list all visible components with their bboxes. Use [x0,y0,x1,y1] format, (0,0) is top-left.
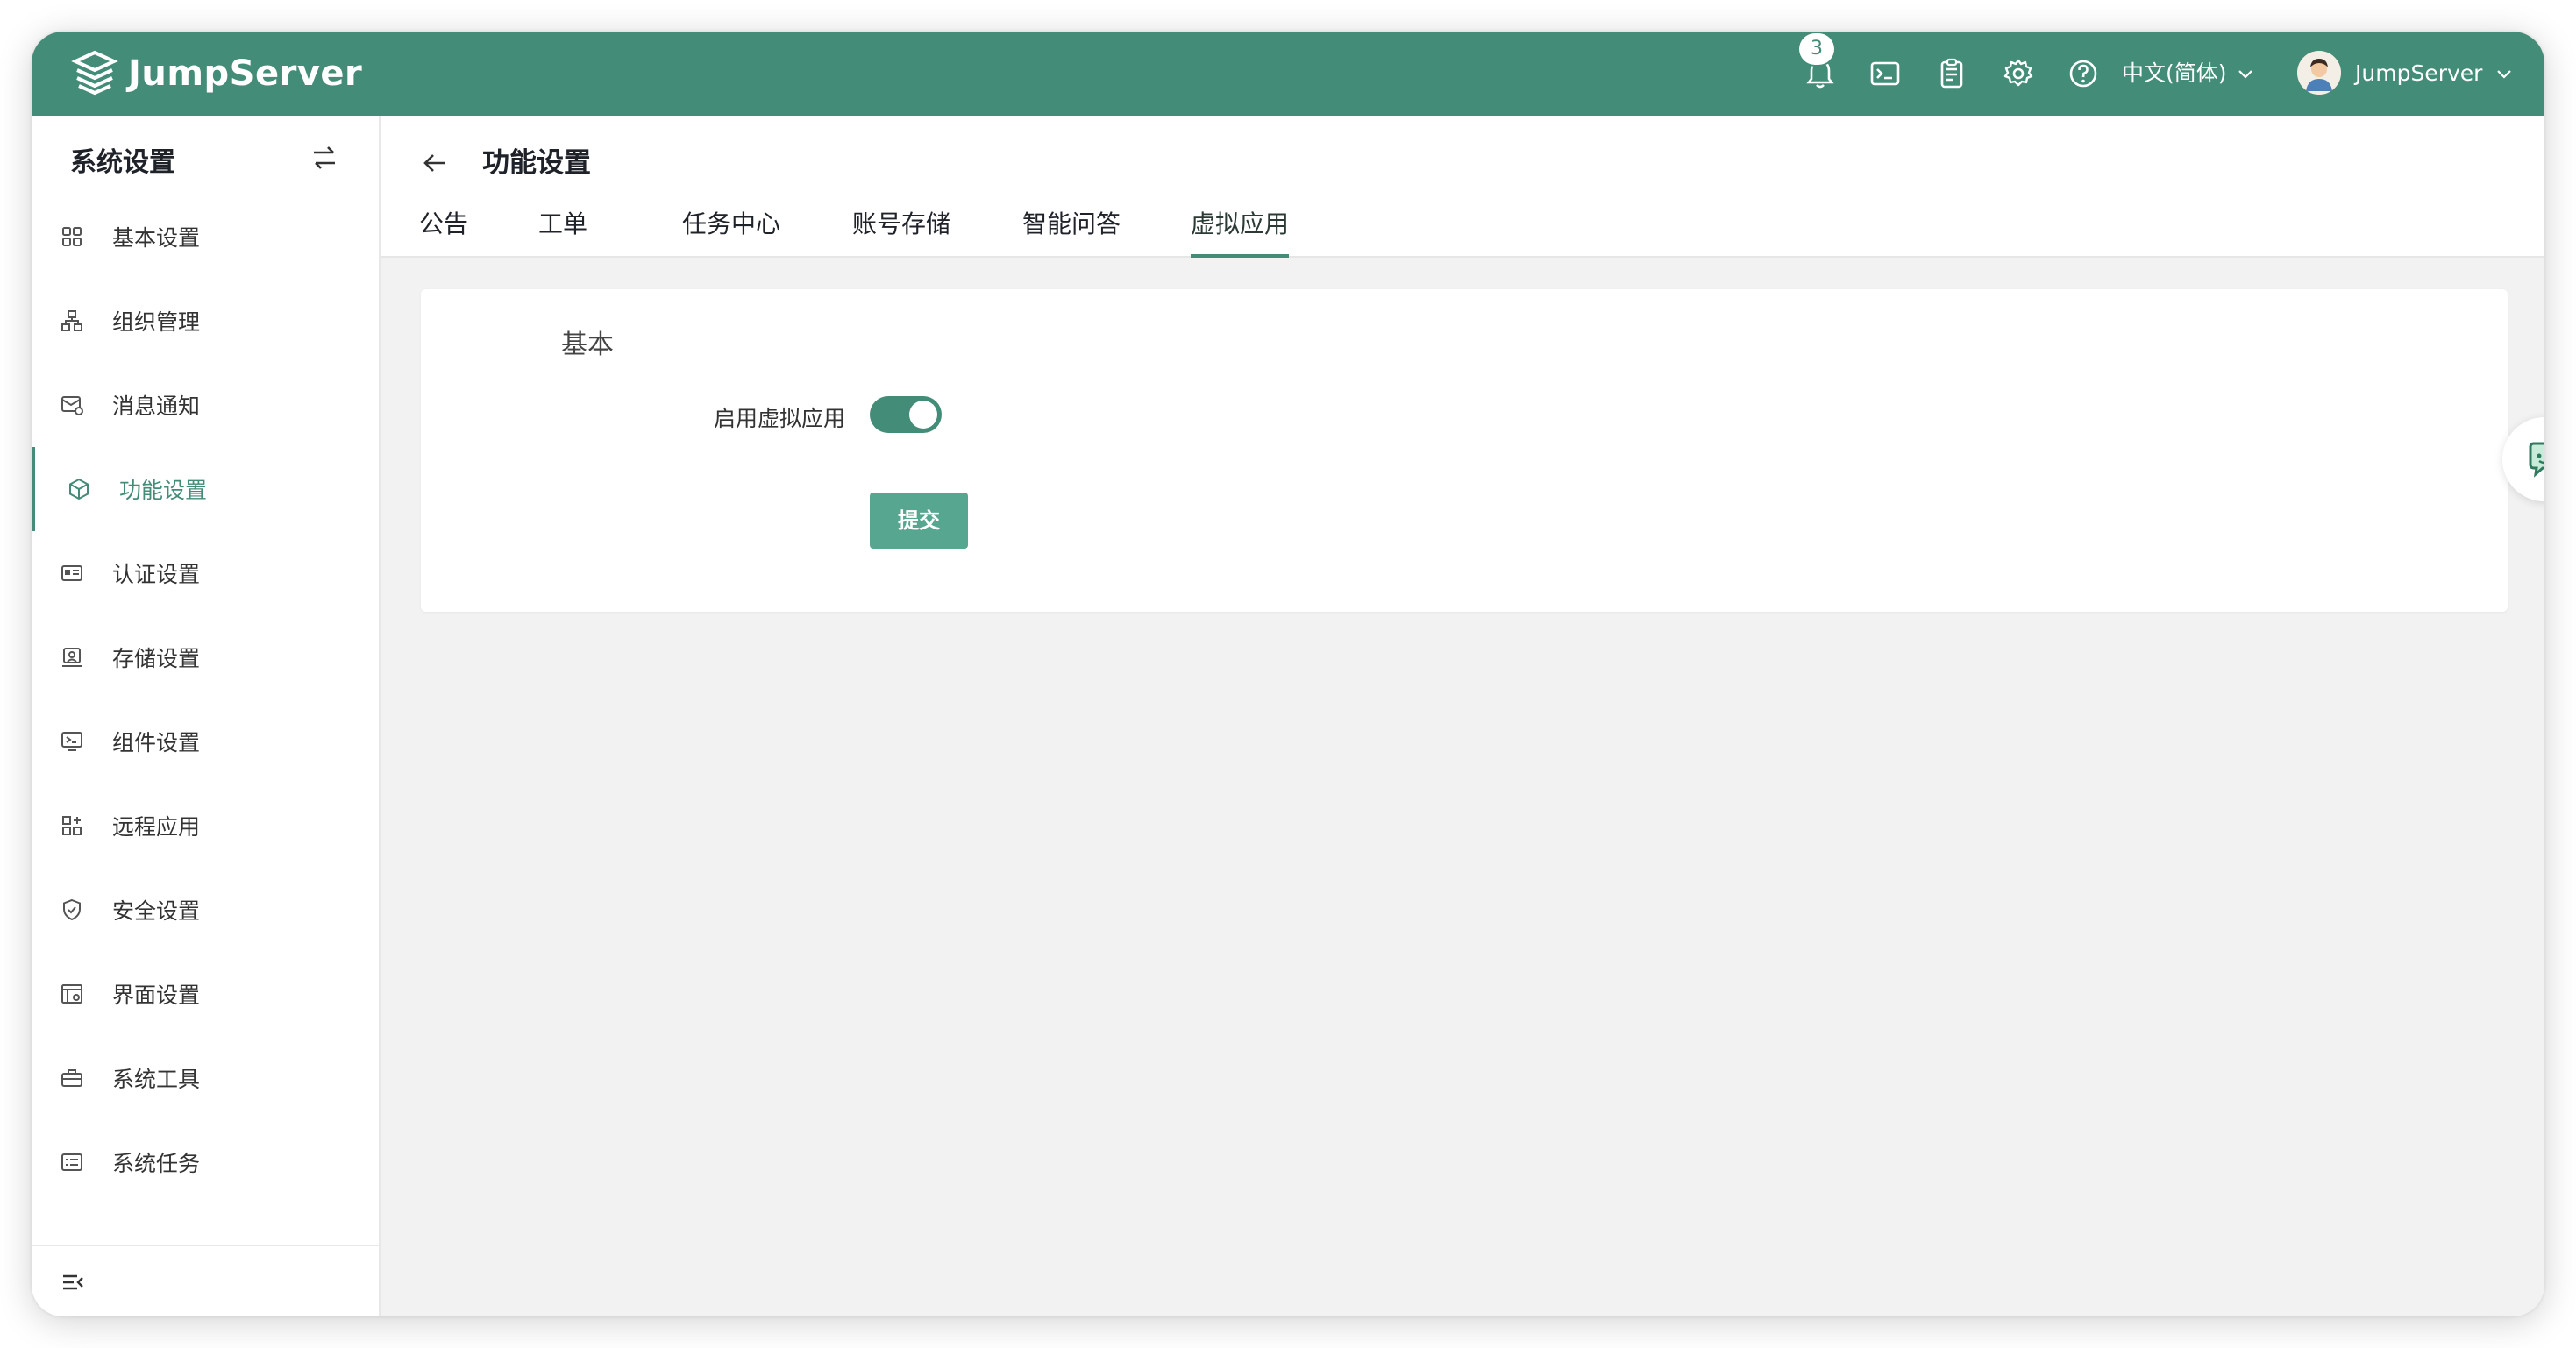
sidebar-item-remote-apps[interactable]: 远程应用 [32,784,379,868]
sidebar: 系统设置 基本设置 组织管理 消息通知 功能设置 认证设置 存储设置 组件设置 … [32,116,381,1316]
sidebar-item-org[interactable]: 组织管理 [32,279,379,363]
notification-badge: 3 [1799,33,1834,65]
tab-ticket[interactable]: 工单 [538,203,587,256]
monitor-icon [60,729,84,754]
chat-assistant-button[interactable] [2502,417,2544,501]
toolbox-icon [60,1066,84,1090]
tab-smart-qa[interactable]: 智能问答 [1022,203,1121,256]
app-window: JumpServer 3 中文(简体) JumpServer 系统设置 基本设置… [32,32,2544,1316]
sidebar-item-tasks[interactable]: 系统任务 [32,1120,379,1204]
storage-icon [60,645,84,670]
sidebar-item-storage[interactable]: 存储设置 [32,615,379,699]
enable-virtual-app-toggle[interactable] [870,396,942,433]
language-label: 中文(简体) [2122,60,2227,86]
org-icon [60,309,84,333]
sidebar-item-auth[interactable]: 认证设置 [32,531,379,615]
help-icon[interactable] [2066,56,2101,91]
top-bar: JumpServer 3 中文(简体) JumpServer [32,32,2544,116]
clipboard-icon[interactable] [1934,56,1969,91]
submit-button[interactable]: 提交 [870,493,968,549]
settings-card: 基本 启用虚拟应用 提交 [421,289,2508,612]
sidebar-item-label: 组件设置 [112,730,201,756]
sidebar-item-features[interactable]: 功能设置 [32,447,379,531]
grid-icon [60,224,84,249]
switch-icon[interactable] [309,142,340,174]
user-menu[interactable]: JumpServer [2355,56,2514,91]
sidebar-item-tools[interactable]: 系统工具 [32,1036,379,1120]
language-selector[interactable]: 中文(简体) [2122,56,2255,91]
tab-account-storage[interactable]: 账号存储 [852,203,950,256]
brand-name: JumpServer [128,53,363,94]
tab-task-center[interactable]: 任务中心 [682,203,780,256]
content-header: 功能设置 公告 工单 任务中心 账号存储 智能问答 虚拟应用 [381,116,2544,258]
id-card-icon [60,561,84,585]
sidebar-item-message[interactable]: 消息通知 [32,363,379,447]
tab-virtual-app[interactable]: 虚拟应用 [1191,203,1290,258]
jumpserver-logo-icon [71,50,118,96]
sidebar-item-label: 存储设置 [112,646,201,671]
sidebar-item-components[interactable]: 组件设置 [32,699,379,784]
sidebar-item-interface[interactable]: 界面设置 [32,952,379,1036]
layout-icon [60,982,84,1006]
sidebar-item-security[interactable]: 安全设置 [32,868,379,952]
sidebar-title: 系统设置 [70,147,175,178]
sidebar-item-label: 认证设置 [112,562,201,587]
brand-logo[interactable]: JumpServer [70,47,362,100]
chat-icon [2529,442,2544,478]
gear-icon[interactable] [2001,56,2036,91]
page-title: 功能设置 [482,147,591,179]
sidebar-item-label: 消息通知 [112,394,201,419]
sidebar-item-label: 安全设置 [112,898,201,924]
terminal-icon[interactable] [1868,56,1903,91]
sidebar-item-label: 系统工具 [112,1067,201,1092]
sidebar-item-basic[interactable]: 基本设置 [32,195,379,279]
task-icon [60,1150,84,1174]
sidebar-item-label: 功能设置 [119,478,208,503]
enable-virtual-app-label: 启用虚拟应用 [713,406,845,431]
shield-icon [60,897,84,922]
back-arrow-icon[interactable] [419,147,451,179]
collapse-menu-icon[interactable] [60,1269,86,1295]
sidebar-footer [32,1245,379,1316]
avatar[interactable] [2297,51,2341,95]
sidebar-item-label: 基本设置 [112,225,201,251]
sidebar-item-label: 界面设置 [112,983,201,1008]
cube-icon [67,477,91,501]
message-icon [60,393,84,417]
chevron-down-icon [2497,70,2512,79]
sidebar-item-label: 远程应用 [112,814,201,840]
apps-icon [60,813,84,838]
sidebar-item-label: 系统任务 [112,1151,201,1176]
sidebar-item-label: 组织管理 [112,309,201,335]
tab-announcement[interactable]: 公告 [419,203,468,256]
chevron-down-icon [2238,70,2252,79]
username: JumpServer [2355,60,2483,86]
section-title: 基本 [561,330,614,360]
